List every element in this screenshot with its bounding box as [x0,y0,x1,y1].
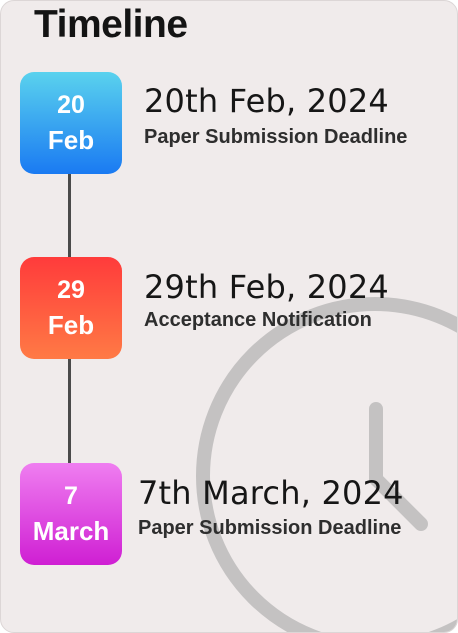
event-date: 29th Feb, 2024 [144,268,389,306]
date-badge-day: 29 [57,276,85,304]
event-label: Acceptance Notification [144,309,372,331]
event-label: Paper Submission Deadline [138,517,402,539]
event-date: 7th March, 2024 [138,474,404,512]
page-title: Timeline [34,3,188,46]
date-badge: 7 March [20,463,122,565]
event-date: 20th Feb, 2024 [144,82,389,120]
date-badge: 20 Feb [20,72,122,174]
date-badge-month: March [32,516,110,546]
event-label: Paper Submission Deadline [144,126,408,148]
date-badge: 29 Feb [20,257,122,359]
date-badge-month: Feb [47,310,95,340]
date-badge-month: Feb [47,125,95,155]
timeline-connector [68,173,71,259]
clock-watermark-circle [196,297,457,632]
date-badge-day: 7 [64,482,78,510]
date-badge-day: 20 [57,91,85,119]
timeline-connector [68,358,71,464]
timeline-card: Timeline 20 Feb 20th Feb, 2024 Paper Sub… [0,0,458,633]
